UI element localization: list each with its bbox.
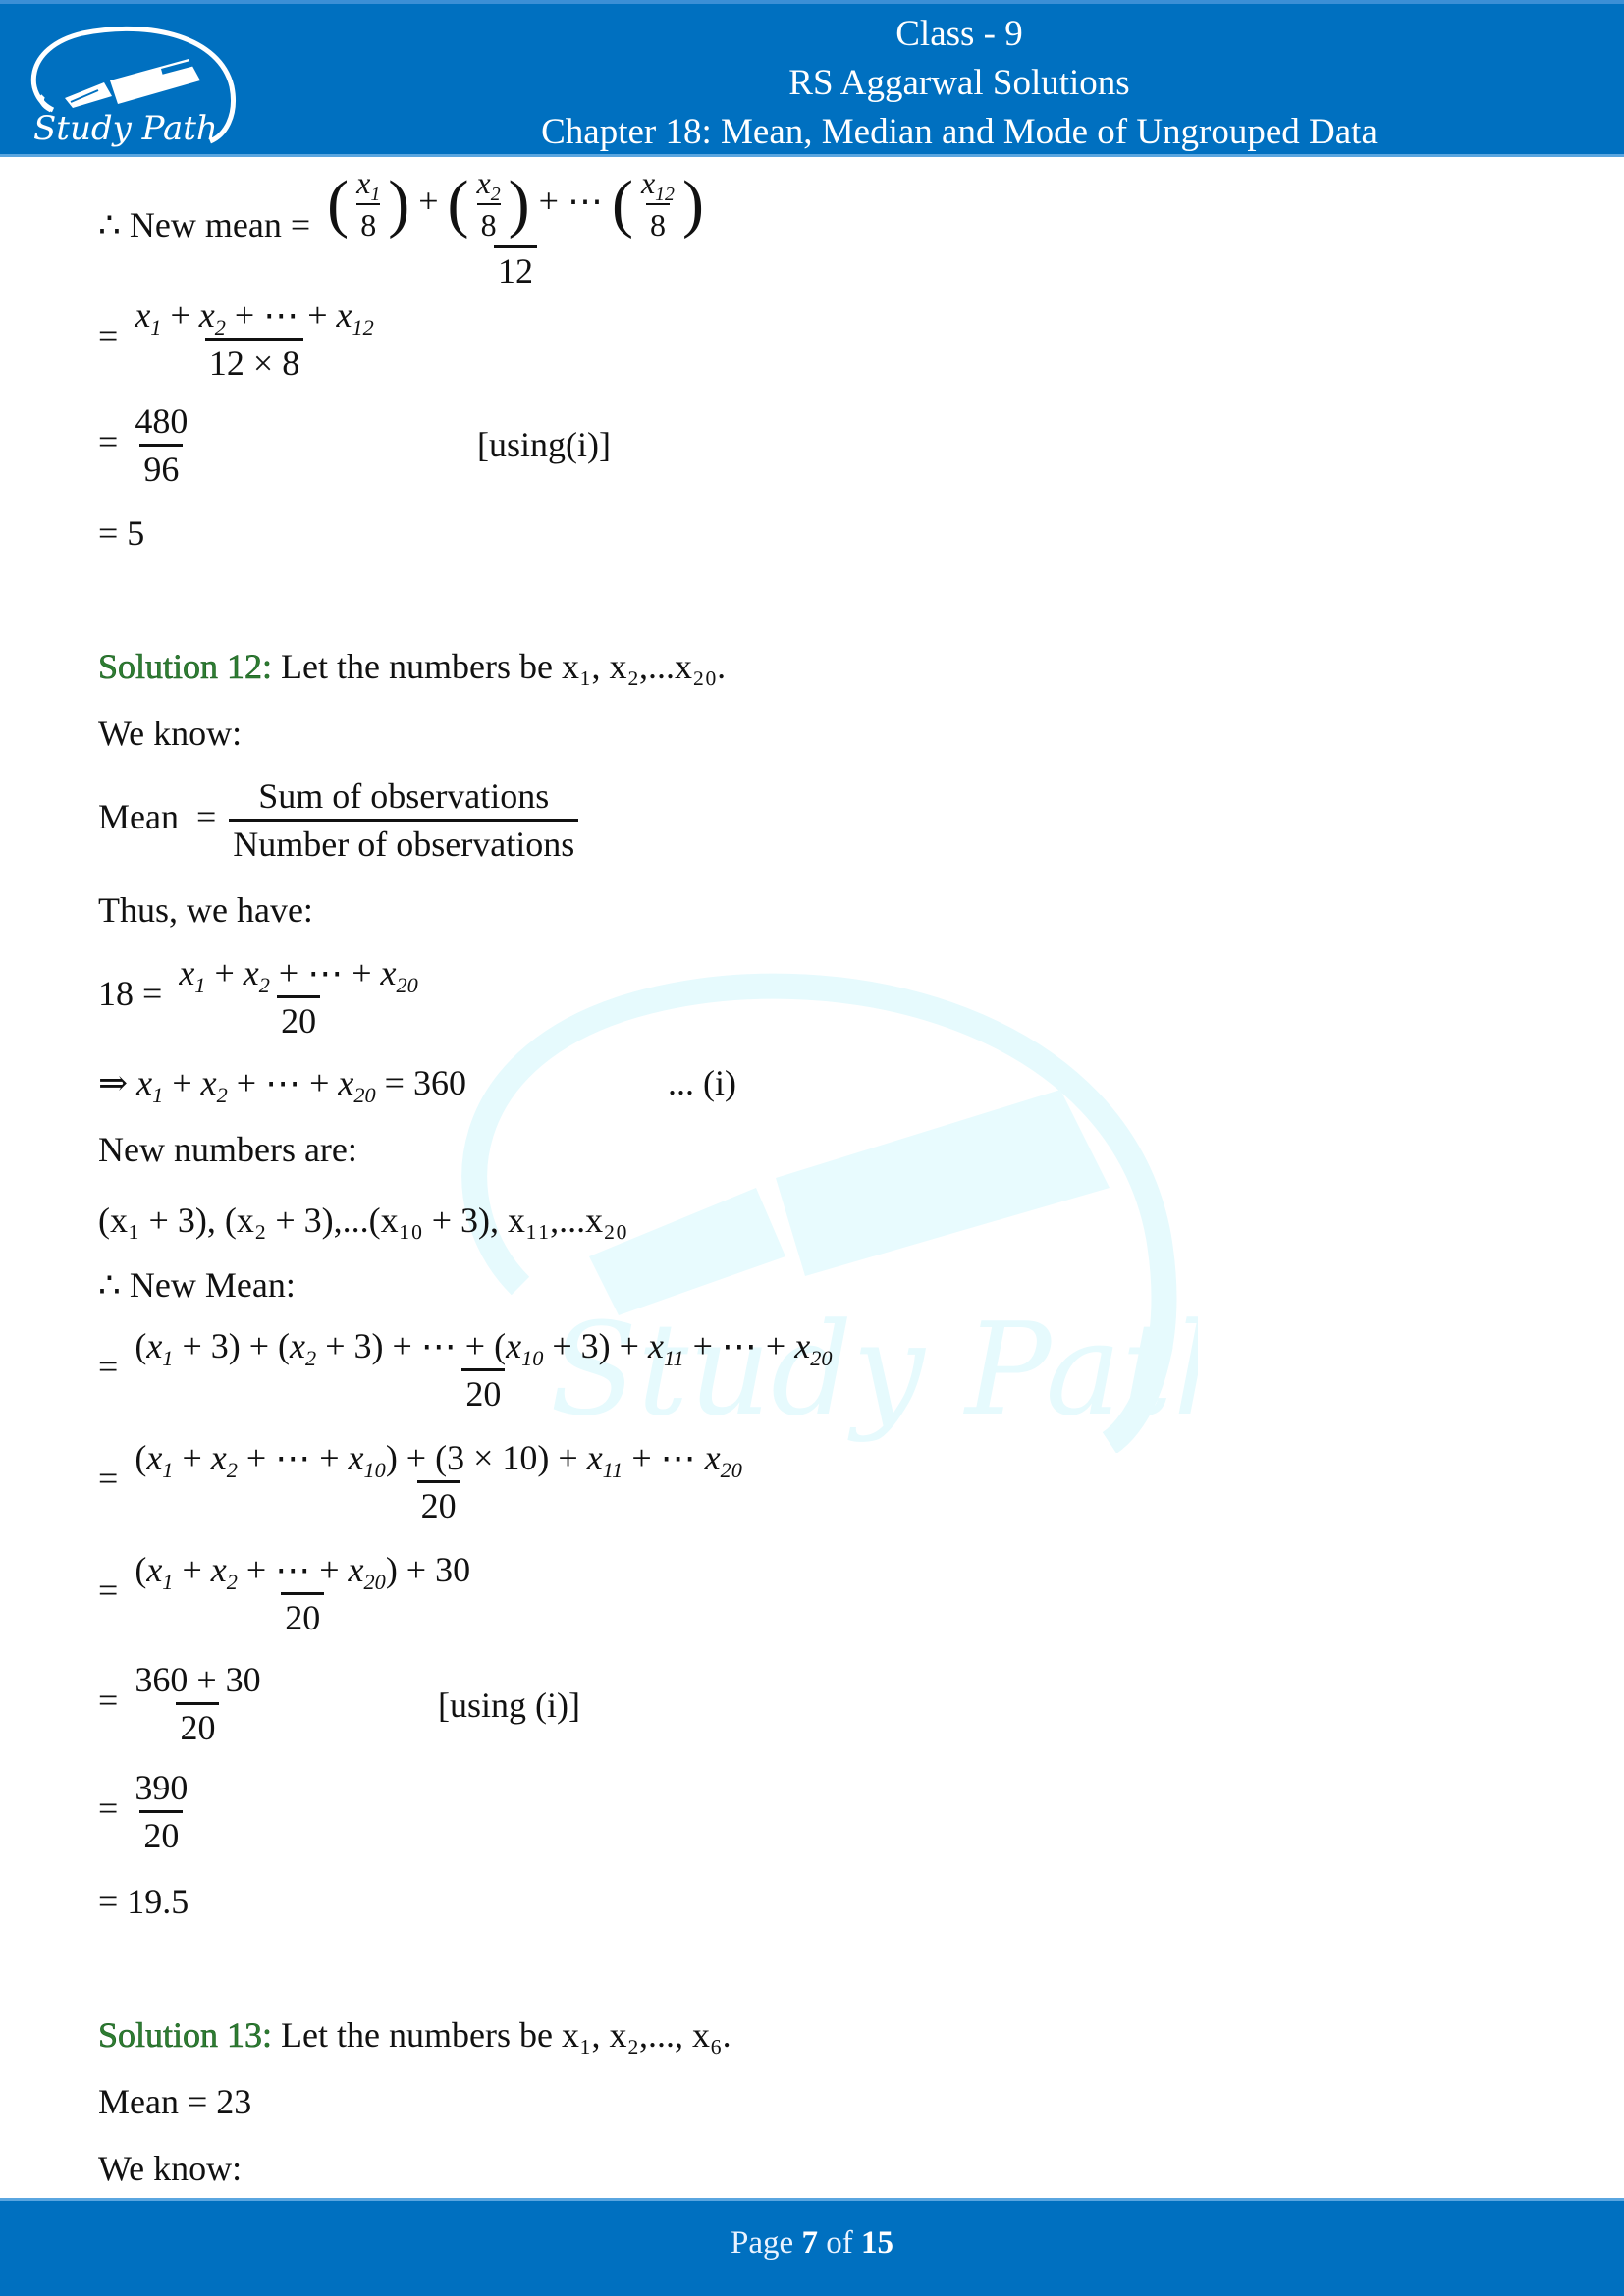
s12-step1: = (x1 + 3) + (x2 + 3) + ⋯ + (x10 + 3) + … [98,1326,833,1414]
solution-12-label: Solution 12: [98,647,273,687]
header-chapter-title: Chapter 18: Mean, Median and Mode of Ung… [541,112,1378,152]
page-footer: Page 7 of 15 [0,2198,1624,2296]
s12-step2: = (x1 + x2 + ⋯ + x10) + (3 × 10) + x11 +… [98,1438,742,1525]
header-class: Class - 9 [895,14,1023,54]
solution-13-label: Solution 13: [98,2015,273,2056]
s11-using-i-note: [using(i)] [477,425,611,464]
s11-new-mean-line: ∴ New mean = (x1 8) + (x2 8) + ⋯ (x12 8) 12 [98,165,712,292]
s12-step5: = 390 20 [98,1768,189,1855]
logo-text: Study Path [33,109,218,148]
s12-we-know: We know: [98,714,243,753]
s12-intro: Let the numbers be x₁, x₂,...x₂₀. [281,647,727,686]
s13-intro: Let the numbers be x₁, x₂,..., x₆. [281,2015,731,2055]
fountain-pen-icon [65,59,200,108]
page-total: 15 [860,2225,893,2261]
s11-new-mean-label: ∴ New mean = [98,204,311,244]
s12-using-i-note: [using (i)] [438,1685,580,1725]
page-of: of [826,2225,853,2261]
s13-we-know: We know: [98,2149,243,2188]
page-current: 7 [801,2225,818,2261]
s11-step2: = x1 + x2 + ⋯ + x12 12 × 8 [98,295,374,383]
s12-eq1: 18 = x1 + x2 + ⋯ + x20 20 [98,953,418,1041]
s12-new-numbers: (x₁ + 3), (x₂ + 3),...(x₁₀ + 3), x₁₁,...… [98,1201,628,1240]
page-header: Study Path Class - 9 RS Aggarwal Solutio… [0,0,1624,157]
s12-step4: = 360 + 30 20 [98,1660,261,1747]
s13-mean-line: Mean = 23 [98,2082,252,2121]
page-label: Page [731,2225,794,2261]
s12-mean-formula: Mean = Sum of observations Number of obse… [98,775,582,865]
s11-step3: = 480 96 [98,401,189,489]
s12-eq2: ⇒ x1 + x2 + ⋯ + x20 = 360 [98,1063,466,1107]
s12-eq2-label: ... (i) [668,1063,736,1102]
s12-step3: = (x1 + x2 + ⋯ + x20) + 30 20 [98,1550,471,1637]
s11-new-mean-fraction: (x1 8) + (x2 8) + ⋯ (x12 8) 12 [327,165,704,291]
s13-heading-line: Solution 13: Let the numbers be x₁, x₂,.… [98,2014,731,2056]
s12-thus: Thus, we have: [98,890,313,930]
header-book-title: RS Aggarwal Solutions [788,63,1130,103]
s12-heading-line: Solution 12: Let the numbers be x₁, x₂,.… [98,646,726,687]
s12-new-numbers-label: New numbers are: [98,1130,357,1169]
s12-result: = 19.5 [98,1882,189,1921]
study-path-logo-icon: Study Path [30,26,236,148]
s12-new-mean-label: ∴ New Mean: [98,1265,296,1305]
s11-result: = 5 [98,513,145,553]
